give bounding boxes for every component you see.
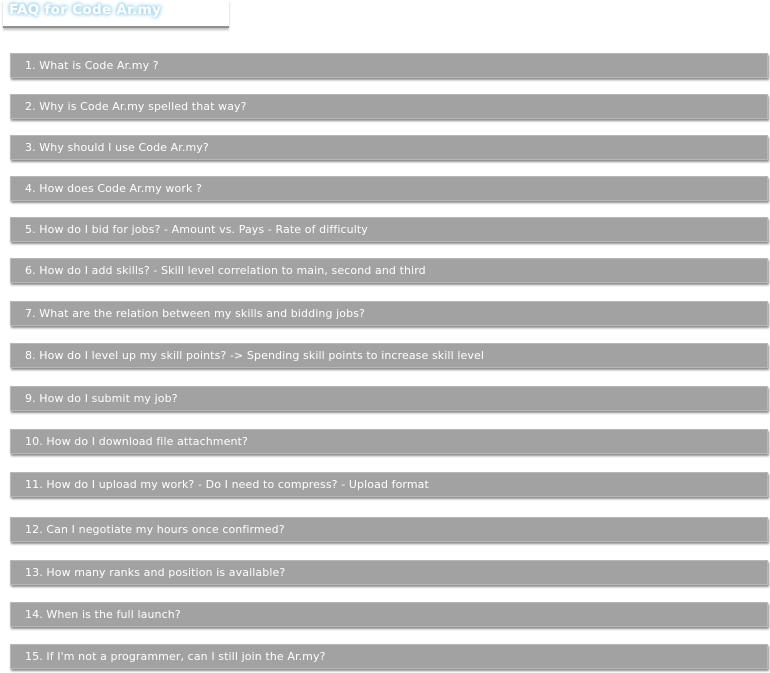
faq-list: 1. What is Code Ar.my ? 2. Why is Code A… (0, 0, 770, 673)
faq-item-what-is[interactable]: 1. What is Code Ar.my ? (10, 53, 768, 78)
faq-item-why-use[interactable]: 3. Why should I use Code Ar.my? (10, 135, 768, 160)
faq-question-label: 15. If I'm not a programmer, can I still… (25, 650, 326, 663)
faq-question-label: 7. What are the relation between my skil… (25, 307, 365, 320)
faq-question-label: 3. Why should I use Code Ar.my? (25, 141, 209, 154)
faq-question-label: 4. How does Code Ar.my work ? (25, 182, 202, 195)
faq-item-upload-work[interactable]: 11. How do I upload my work? - Do I need… (10, 472, 768, 497)
faq-item-ranks-positions[interactable]: 13. How many ranks and position is avail… (10, 560, 768, 585)
faq-question-label: 1. What is Code Ar.my ? (25, 59, 159, 72)
faq-question-label: 2. Why is Code Ar.my spelled that way? (25, 100, 247, 113)
faq-item-bid-jobs[interactable]: 5. How do I bid for jobs? - Amount vs. P… (10, 217, 768, 242)
faq-question-label: 12. Can I negotiate my hours once confir… (25, 523, 285, 536)
faq-question-label: 13. How many ranks and position is avail… (25, 566, 286, 579)
faq-item-add-skills[interactable]: 6. How do I add skills? - Skill level co… (10, 258, 768, 283)
faq-item-how-works[interactable]: 4. How does Code Ar.my work ? (10, 176, 768, 201)
faq-item-spelling[interactable]: 2. Why is Code Ar.my spelled that way? (10, 94, 768, 119)
faq-question-label: 10. How do I download file attachment? (25, 435, 248, 448)
faq-question-label: 6. How do I add skills? - Skill level co… (25, 264, 426, 277)
faq-item-submit-job[interactable]: 9. How do I submit my job? (10, 386, 768, 411)
faq-item-full-launch[interactable]: 14. When is the full launch? (10, 602, 768, 627)
faq-question-label: 9. How do I submit my job? (25, 392, 178, 405)
faq-question-label: 8. How do I level up my skill points? ->… (25, 349, 484, 362)
faq-item-download-attachment[interactable]: 10. How do I download file attachment? (10, 429, 768, 454)
faq-item-negotiate-hours[interactable]: 12. Can I negotiate my hours once confir… (10, 517, 768, 542)
faq-question-label: 14. When is the full launch? (25, 608, 181, 621)
faq-item-skills-bidding[interactable]: 7. What are the relation between my skil… (10, 301, 768, 326)
faq-item-level-up[interactable]: 8. How do I level up my skill points? ->… (10, 343, 768, 368)
faq-question-label: 5. How do I bid for jobs? - Amount vs. P… (25, 223, 368, 236)
faq-item-non-programmer[interactable]: 15. If I'm not a programmer, can I still… (10, 644, 768, 669)
faq-question-label: 11. How do I upload my work? - Do I need… (25, 478, 429, 491)
